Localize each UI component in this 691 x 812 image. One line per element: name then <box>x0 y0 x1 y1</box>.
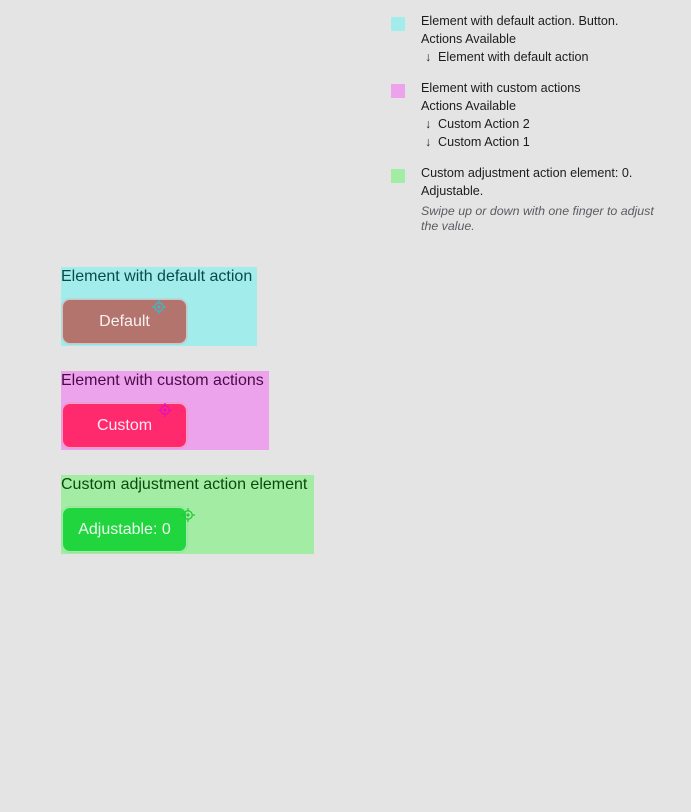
legend-swatch-default <box>391 17 405 31</box>
group-default-action: Element with default action Default <box>61 267 257 346</box>
group-title-adjustable: Custom adjustment action element <box>61 476 308 493</box>
legend-action-label: Custom Action 2 <box>438 117 530 131</box>
crosshair-icon <box>158 403 172 417</box>
arrow-down-icon: ↓ <box>425 135 432 149</box>
legend-text-custom: Element with custom actions Actions Avai… <box>421 79 681 151</box>
legend-swatch-adjustable <box>391 169 405 183</box>
adjustable-button[interactable]: Adjustable: 0 <box>62 507 187 552</box>
group-adjustable: Custom adjustment action element Adjusta… <box>61 475 314 554</box>
arrow-down-icon: ↓ <box>425 50 432 64</box>
legend-actions-header-default: Actions Available <box>421 32 516 46</box>
legend-title-default: Element with default action. Button. <box>421 14 619 28</box>
legend-action-item: ↓ Element with default action <box>421 48 681 66</box>
legend-hint-adjustable: Swipe up or down with one finger to adju… <box>421 204 654 233</box>
legend-title-adjustable: Custom adjustment action element: 0. Adj… <box>421 166 633 198</box>
legend-text-adjustable: Custom adjustment action element: 0. Adj… <box>421 164 681 234</box>
crosshair-icon <box>152 300 166 314</box>
group-custom-actions: Element with custom actions Custom <box>61 371 269 450</box>
legend-title-custom: Element with custom actions <box>421 81 581 95</box>
arrow-down-icon: ↓ <box>425 117 432 131</box>
legend-action-item: ↓ Custom Action 2 <box>421 115 681 133</box>
crosshair-icon <box>181 508 195 522</box>
group-title-custom: Element with custom actions <box>61 372 264 389</box>
legend-text-default: Element with default action. Button. Act… <box>421 12 681 66</box>
legend-action-item: ↓ Custom Action 1 <box>421 133 681 151</box>
legend-action-label: Custom Action 1 <box>438 135 530 149</box>
group-title-default: Element with default action <box>61 268 253 285</box>
legend-swatch-custom <box>391 84 405 98</box>
legend-actions-header-custom: Actions Available <box>421 99 516 113</box>
default-button[interactable]: Default <box>62 299 187 344</box>
legend-action-label: Element with default action <box>438 50 589 64</box>
